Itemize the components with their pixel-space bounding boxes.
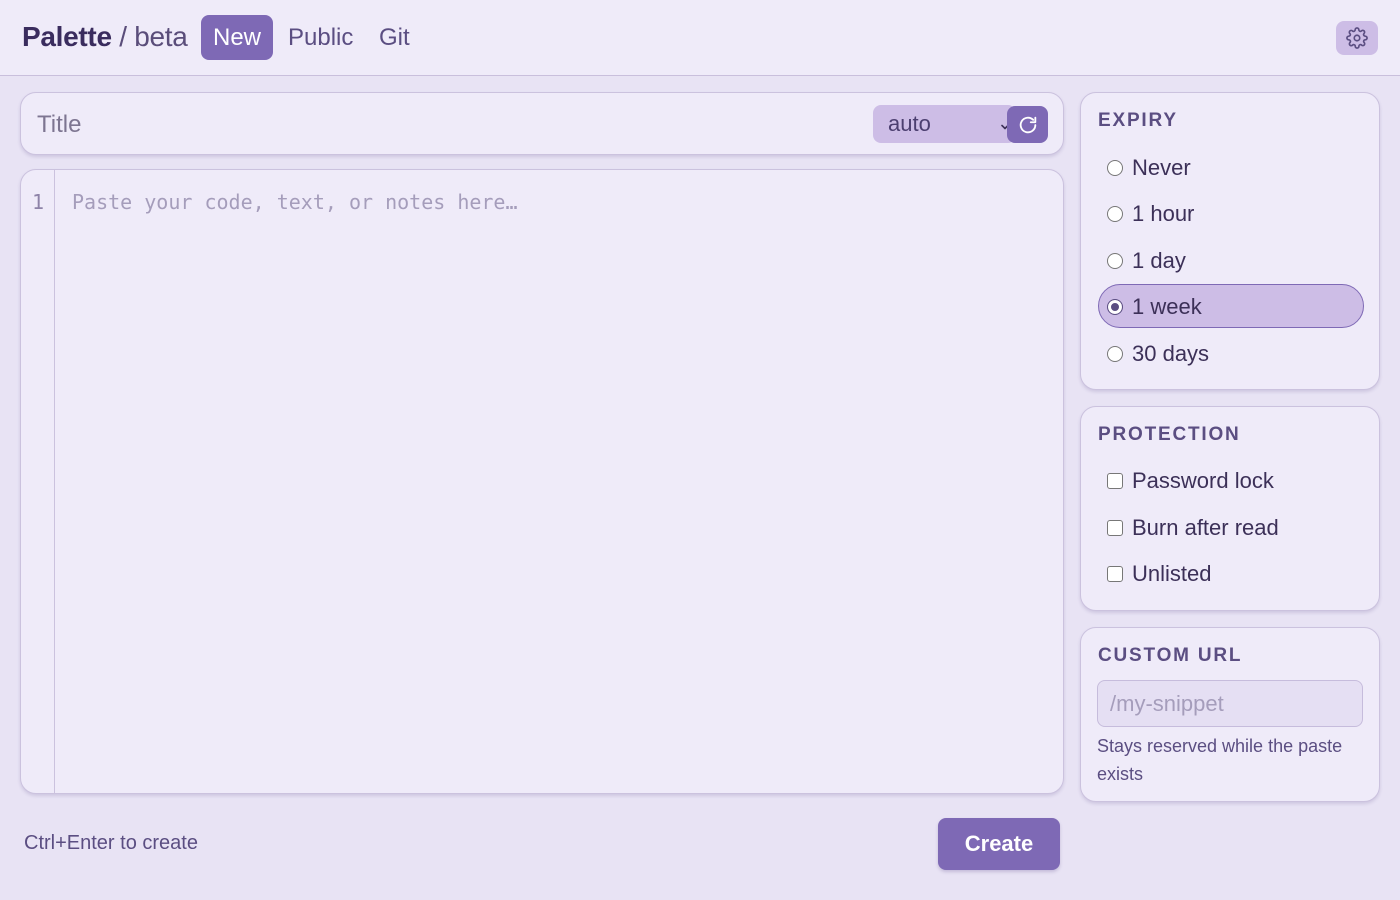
protection-option-label: Password lock (1132, 468, 1274, 493)
editor-card: 1 (20, 169, 1064, 794)
radio-selected-icon[interactable] (1107, 299, 1123, 315)
radio-icon[interactable] (1107, 346, 1123, 362)
expiry-option-label: 30 days (1132, 341, 1210, 366)
checkbox-icon[interactable] (1107, 566, 1123, 582)
protection-title: PROTECTION (1098, 424, 1241, 445)
refresh-button[interactable] (1007, 106, 1048, 143)
title-card: auto (20, 92, 1064, 155)
line-number: 1 (31, 190, 45, 214)
expiry-option-30-days[interactable]: 30 days (1098, 331, 1364, 375)
brand-tag: beta (134, 21, 188, 52)
expiry-option-never[interactable]: Never (1098, 145, 1364, 189)
protection-option-label: Burn after read (1132, 515, 1279, 540)
radio-icon[interactable] (1107, 160, 1123, 176)
protection-card: PROTECTION Password lock Burn after read… (1080, 406, 1380, 611)
create-button[interactable]: Create (938, 818, 1060, 870)
settings-button[interactable] (1336, 21, 1378, 55)
custom-url-card: CUSTOM URL Stays reserved while the past… (1080, 627, 1380, 802)
password-lock-option[interactable]: Password lock (1098, 458, 1364, 502)
gear-icon (1346, 27, 1368, 49)
burn-after-read-option[interactable]: Burn after read (1098, 505, 1364, 549)
protection-option-label: Unlisted (1132, 561, 1212, 586)
brand-name: Palette (22, 21, 112, 52)
expiry-option-1-hour[interactable]: 1 hour (1098, 191, 1364, 235)
top-bar: Palette / beta New Public Git (0, 0, 1400, 76)
expiry-card: EXPIRY Never 1 hour 1 day 1 week 30 days (1080, 92, 1380, 390)
expiry-option-label: 1 hour (1132, 201, 1195, 226)
title-input[interactable] (37, 107, 817, 143)
language-select-value: auto (888, 111, 931, 136)
refresh-icon (1017, 114, 1039, 136)
tab-git[interactable]: Git (367, 15, 422, 60)
radio-icon[interactable] (1107, 206, 1123, 222)
radio-icon[interactable] (1107, 253, 1123, 269)
custom-url-title: CUSTOM URL (1098, 645, 1243, 666)
custom-url-help: Stays reserved while the paste exists (1097, 736, 1343, 784)
expiry-option-1-week[interactable]: 1 week (1098, 284, 1364, 328)
unlisted-option[interactable]: Unlisted (1098, 551, 1364, 595)
brand[interactable]: Palette / beta (22, 20, 188, 54)
tab-public[interactable]: Public (276, 15, 365, 60)
language-select[interactable]: auto (873, 105, 1016, 143)
expiry-option-label: 1 day (1132, 248, 1186, 273)
expiry-option-label: Never (1132, 155, 1191, 180)
line-gutter: 1 (21, 170, 55, 793)
expiry-title: EXPIRY (1098, 110, 1178, 131)
keyboard-hint: Ctrl+Enter to create (24, 832, 198, 854)
expiry-option-1-day[interactable]: 1 day (1098, 238, 1364, 282)
custom-url-input[interactable] (1097, 680, 1363, 727)
brand-separator: / (111, 21, 135, 52)
tab-new[interactable]: New (201, 15, 274, 60)
editor-textarea[interactable] (56, 170, 1063, 793)
checkbox-icon[interactable] (1107, 473, 1123, 489)
expiry-option-label: 1 week (1132, 294, 1202, 319)
checkbox-icon[interactable] (1107, 520, 1123, 536)
